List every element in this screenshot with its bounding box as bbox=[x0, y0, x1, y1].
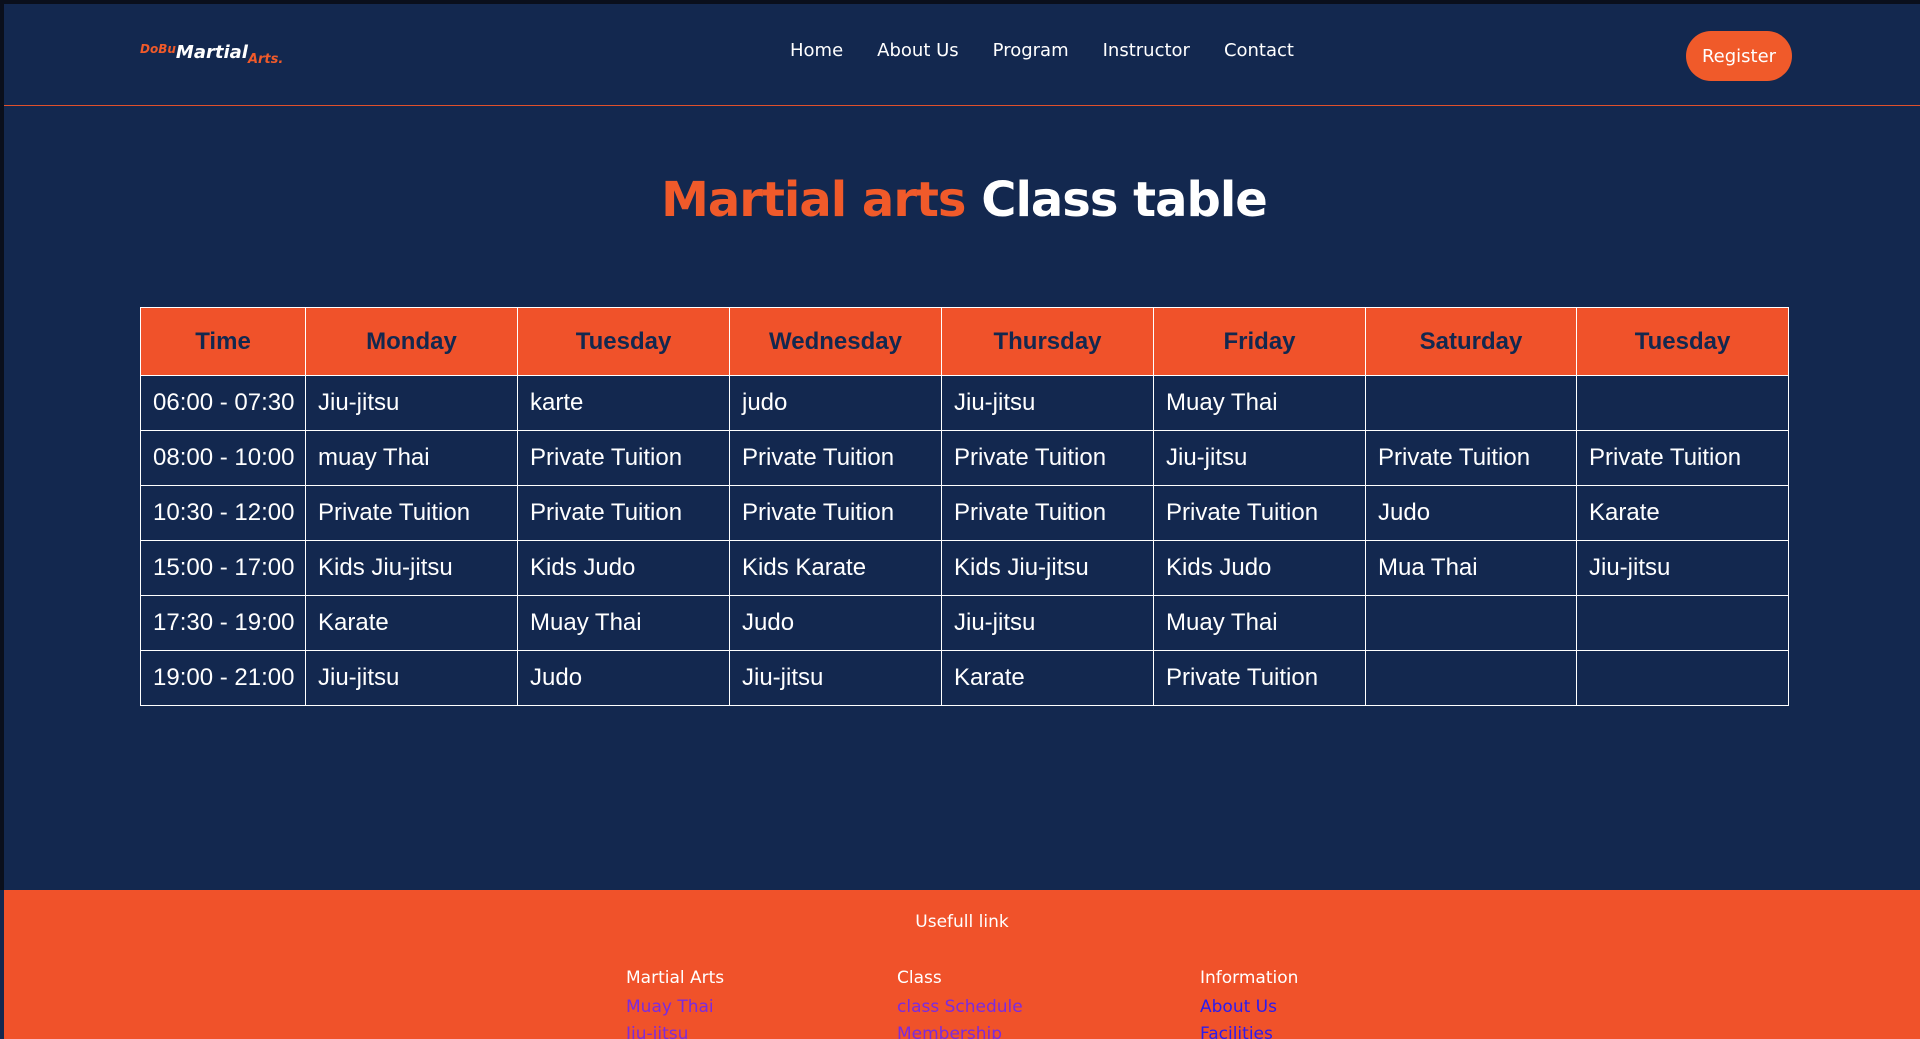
table-row: 17:30 - 19:00 Karate Muay Thai Judo Jiu-jits… bbox=[140, 595, 1789, 651]
footer-link-class-schedule[interactable]: class Schedule bbox=[897, 994, 1023, 1021]
class-cell: Kids Karate bbox=[729, 540, 942, 596]
footer-link-muay-thai[interactable]: Muay Thai bbox=[626, 994, 724, 1021]
table-row: 15:00 - 17:00 Kids Jiu-jitsu Kids Judo Kids… bbox=[140, 540, 1789, 596]
footer-column-martial-arts: Martial Arts Muay Thai Jiu-jitsu bbox=[626, 968, 724, 1039]
class-cell bbox=[1576, 375, 1789, 431]
schedule-body: 06:00 - 07:30 Jiu-jitsu karte judo Jiu-jitsu… bbox=[140, 375, 1789, 706]
nav-instructor[interactable]: Instructor bbox=[1103, 40, 1190, 61]
class-cell: Private Tuition bbox=[1576, 430, 1789, 486]
table-row: 08:00 - 10:00 muay Thai Private Tuition Pri… bbox=[140, 430, 1789, 486]
class-cell: Kids Judo bbox=[517, 540, 730, 596]
class-cell: Karate bbox=[1576, 485, 1789, 541]
class-cell: Muay Thai bbox=[1153, 595, 1366, 651]
time-cell: 17:30 - 19:00 bbox=[140, 595, 306, 651]
schedule-header: Time Monday Tuesday Wednesday Thursday Friday… bbox=[140, 307, 1789, 376]
table-row: 06:00 - 07:30 Jiu-jitsu karte judo Jiu-jitsu… bbox=[140, 375, 1789, 431]
class-cell: Private Tuition bbox=[941, 485, 1154, 541]
class-cell: Jiu-jitsu bbox=[941, 595, 1154, 651]
window-left-border bbox=[0, 0, 4, 890]
nav-contact[interactable]: Contact bbox=[1224, 40, 1294, 61]
time-cell: 06:00 - 07:30 bbox=[140, 375, 306, 431]
class-cell: Jiu-jitsu bbox=[1576, 540, 1789, 596]
time-cell: 10:30 - 12:00 bbox=[140, 485, 306, 541]
footer-heading: Martial Arts bbox=[626, 968, 725, 988]
class-cell: Jiu-jitsu bbox=[305, 650, 518, 706]
class-cell: Karate bbox=[941, 650, 1154, 706]
brand-logo[interactable]: DoBuMartialArts. bbox=[140, 42, 283, 67]
class-cell: Judo bbox=[1365, 485, 1577, 541]
class-cell: Private Tuition bbox=[1153, 485, 1366, 541]
class-cell: Jiu-jitsu bbox=[305, 375, 518, 431]
column-header: Friday bbox=[1153, 307, 1366, 376]
time-cell: 08:00 - 10:00 bbox=[140, 430, 306, 486]
class-cell: Private Tuition bbox=[517, 430, 730, 486]
table-row: 10:30 - 12:00 Private Tuition Private Tuit… bbox=[140, 485, 1789, 541]
class-cell: Private Tuition bbox=[941, 430, 1154, 486]
class-cell: Judo bbox=[517, 650, 730, 706]
brand-logo-part1: DoBu bbox=[140, 42, 176, 56]
footer-title: Usefull link bbox=[915, 912, 1009, 932]
class-cell bbox=[1365, 650, 1577, 706]
class-cell: Private Tuition bbox=[1365, 430, 1577, 486]
time-cell: 19:00 - 21:00 bbox=[140, 650, 306, 706]
site-footer: Usefull link Martial Arts Muay Thai Jiu-… bbox=[4, 890, 1920, 1039]
class-cell: Kids Judo bbox=[1153, 540, 1366, 596]
class-cell bbox=[1576, 650, 1789, 706]
column-header: Thursday bbox=[941, 307, 1154, 376]
class-cell: Judo bbox=[729, 595, 942, 651]
column-header: Wednesday bbox=[729, 307, 942, 376]
brand-logo-part3: Arts. bbox=[247, 52, 284, 67]
column-header: Time bbox=[140, 307, 306, 376]
class-cell: Jiu-jitsu bbox=[1153, 430, 1366, 486]
footer-link-membership[interactable]: Membership bbox=[897, 1021, 1023, 1039]
schedule-header-row: Time Monday Tuesday Wednesday Thursday Friday… bbox=[140, 307, 1789, 376]
class-cell: Private Tuition bbox=[517, 485, 730, 541]
register-button[interactable]: Register bbox=[1686, 31, 1792, 81]
nav-home[interactable]: Home bbox=[790, 40, 843, 61]
footer-link-about-us[interactable]: About Us bbox=[1200, 994, 1298, 1021]
footer-link-facilities[interactable]: Facilities bbox=[1200, 1021, 1298, 1039]
column-header: Tuesday bbox=[1576, 307, 1789, 376]
class-cell: karte bbox=[517, 375, 730, 431]
site-header: DoBuMartialArts. Home About Us Program I… bbox=[4, 4, 1920, 106]
class-schedule-table: Time Monday Tuesday Wednesday Thursday Friday… bbox=[140, 307, 1789, 706]
table-row: 19:00 - 21:00 Jiu-jitsu Judo Jiu-jitsu Karat… bbox=[140, 650, 1789, 706]
footer-column-information: Information About Us Facilities bbox=[1200, 968, 1298, 1039]
footer-link-jiu-jitsu[interactable]: Jiu-jitsu bbox=[626, 1021, 724, 1039]
class-cell: Jiu-jitsu bbox=[941, 375, 1154, 431]
class-cell bbox=[1365, 595, 1577, 651]
class-cell: Muay Thai bbox=[517, 595, 730, 651]
class-cell bbox=[1576, 595, 1789, 651]
class-cell: Private Tuition bbox=[729, 485, 942, 541]
column-header: Tuesday bbox=[517, 307, 730, 376]
page-title-rest: Class table bbox=[981, 172, 1268, 228]
class-cell: Mua Thai bbox=[1365, 540, 1577, 596]
nav-about-us[interactable]: About Us bbox=[877, 40, 959, 61]
class-cell: judo bbox=[729, 375, 942, 431]
class-cell: Kids Jiu-jitsu bbox=[305, 540, 518, 596]
column-header: Monday bbox=[305, 307, 518, 376]
time-cell: 15:00 - 17:00 bbox=[140, 540, 306, 596]
class-cell: Kids Jiu-jitsu bbox=[941, 540, 1154, 596]
class-cell: muay Thai bbox=[305, 430, 518, 486]
page-title: Martial arts Class table bbox=[0, 172, 1920, 228]
class-cell bbox=[1365, 375, 1577, 431]
footer-heading: Information bbox=[1200, 968, 1299, 988]
footer-column-class: Class class Schedule Membership bbox=[897, 968, 1023, 1039]
class-cell: Private Tuition bbox=[1153, 650, 1366, 706]
column-header: Saturday bbox=[1365, 307, 1577, 376]
class-cell: Jiu-jitsu bbox=[729, 650, 942, 706]
brand-logo-part2: Martial bbox=[175, 42, 248, 63]
class-cell: Muay Thai bbox=[1153, 375, 1366, 431]
footer-heading: Class bbox=[897, 968, 942, 988]
main-nav: Home About Us Program Instructor Contact bbox=[790, 40, 1328, 61]
class-cell: Private Tuition bbox=[729, 430, 942, 486]
nav-program[interactable]: Program bbox=[993, 40, 1069, 61]
class-cell: Karate bbox=[305, 595, 518, 651]
page-title-accent: Martial arts bbox=[661, 172, 966, 228]
class-cell: Private Tuition bbox=[305, 485, 518, 541]
